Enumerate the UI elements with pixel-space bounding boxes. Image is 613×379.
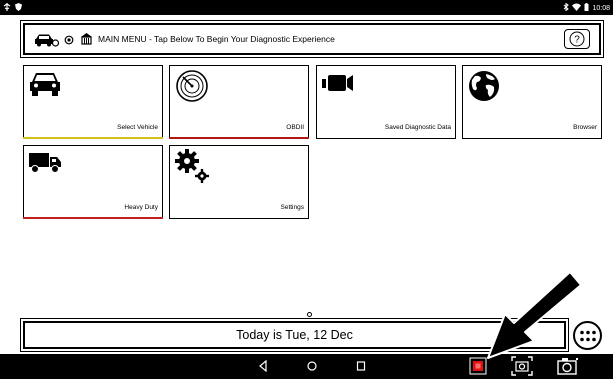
tile-label: Saved Diagnostic Data [384, 124, 451, 131]
wifi-icon [572, 3, 582, 13]
recents-icon[interactable] [355, 359, 367, 378]
truck-icon [28, 149, 64, 180]
tile-label: OBDII [286, 124, 304, 131]
radar-icon [174, 69, 210, 108]
usb-icon [3, 3, 11, 13]
battery-icon [584, 3, 589, 13]
vehicle-status-icon [33, 33, 75, 52]
tile-label: Select Vehicle [117, 124, 158, 131]
pointer-arrow-icon [487, 271, 582, 359]
help-icon: ? [569, 31, 585, 47]
tile-accent-stripe [23, 217, 163, 219]
tile-heavy-duty[interactable]: Heavy Duty [23, 145, 163, 219]
video-camera-icon [321, 69, 355, 100]
tile-accent-stripe [23, 137, 163, 139]
svg-text:?: ? [574, 35, 580, 46]
page-indicator [307, 312, 312, 317]
tile-settings[interactable]: Settings [169, 145, 309, 219]
back-icon[interactable] [257, 359, 269, 378]
bluetooth-icon [563, 2, 570, 13]
screen: 10:08 MAIN MENU - Tap Below To Begin You… [0, 0, 613, 379]
status-bar: 10:08 [0, 0, 613, 15]
status-time: 10:08 [592, 4, 610, 12]
main-menu-header: MAIN MENU - Tap Below To Begin Your Diag… [20, 20, 604, 58]
shield-icon [15, 3, 22, 13]
tile-label: Heavy Duty [124, 204, 158, 211]
home-nav-icon[interactable] [306, 359, 318, 378]
car-icon [28, 69, 62, 104]
tile-label: Settings [280, 204, 305, 211]
tile-select-vehicle[interactable]: Select Vehicle [23, 65, 163, 139]
home-icon[interactable] [80, 32, 93, 50]
tile-saved-diagnostic-data[interactable]: Saved Diagnostic Data [316, 65, 456, 139]
header-title: MAIN MENU - Tap Below To Begin Your Diag… [98, 34, 335, 44]
gears-icon [174, 149, 210, 192]
tile-browser[interactable]: Browser [462, 65, 602, 139]
help-button[interactable]: ? [564, 29, 590, 49]
tile-accent-stripe [169, 137, 309, 139]
globe-icon [467, 69, 501, 108]
tile-obdii[interactable]: OBDII [169, 65, 309, 139]
tile-label: Browser [573, 124, 597, 131]
